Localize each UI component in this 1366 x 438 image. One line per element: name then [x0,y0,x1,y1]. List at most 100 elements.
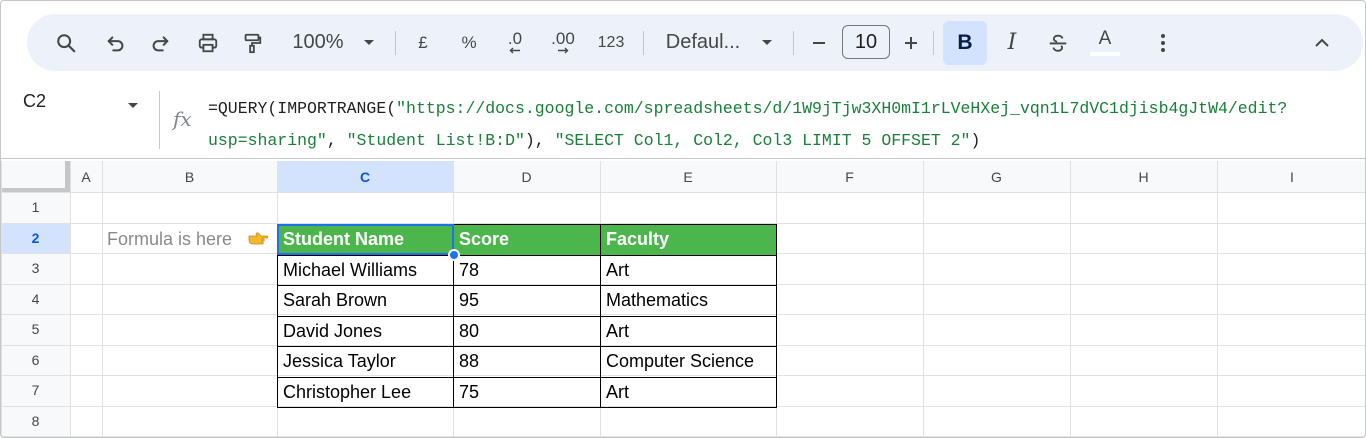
formula-line-1: =QUERY(IMPORTRANGE("https://docs.google.… [208,93,1358,125]
formula-note: Formula is here [107,229,233,249]
text-color-swatch [1090,52,1120,56]
redo-icon[interactable] [145,14,175,71]
bold-label: B [957,31,973,54]
toolbar-divider [793,31,794,55]
strikethrough-icon[interactable] [1043,14,1073,71]
italic-button[interactable]: I [997,14,1027,71]
formula-string: usp=sharing" [208,131,327,150]
grid-top-border [1,158,1365,159]
more-vert-icon[interactable] [1153,14,1173,71]
column-gridline [1070,161,1071,437]
pointing-hand-icon [247,231,269,252]
formula-text: ), [524,131,555,150]
row-header-3[interactable]: 3 [1,253,70,284]
column-header-b[interactable]: B [102,161,277,192]
row-header-6[interactable]: 6 [1,344,70,375]
column-header-d[interactable]: D [453,161,600,192]
table-cell[interactable]: Art [600,254,777,286]
column-header-f[interactable]: F [776,161,923,192]
sheet-grid[interactable]: A B C D E F G H I 1 2 3 4 5 6 7 8 Formula is here Student … [1,158,1365,437]
table-cell[interactable]: David Jones [277,315,454,347]
row-gridline [1,192,1365,193]
table-cell[interactable]: 95 [453,285,601,317]
font-value: Defaul... [665,31,741,53]
table-cell[interactable]: 75 [453,376,601,408]
currency-button[interactable]: £ [411,14,435,71]
column-header-e[interactable]: E [600,161,776,192]
column-header-h[interactable]: H [1070,161,1217,192]
column-header-c[interactable]: C [277,161,453,192]
font-dropdown-icon[interactable] [757,14,777,71]
column-gridline [70,161,71,437]
decrease-decimal-button[interactable]: .0 [501,14,529,71]
formula-bar-divider [159,91,160,149]
italic-label: I [1007,30,1017,55]
text-color-label: A [1098,28,1112,49]
formula-string: "SELECT Col1, Col2, Col3 LIMIT 5 OFFSET … [554,131,971,150]
percent-label: % [461,32,477,52]
table-cell[interactable]: 88 [453,346,601,378]
increase-decimal-button[interactable]: .00 [547,14,579,71]
name-box[interactable]: C2 [23,91,46,112]
zoom-value: 100% [292,31,344,53]
cell-reference: C2 [23,91,47,111]
decrease-decimal-label: .0 [507,29,523,48]
table-cell[interactable]: 80 [453,315,601,347]
row-header-8[interactable]: 8 [1,405,70,436]
table-cell[interactable]: Michael Williams [277,254,454,286]
formula-input[interactable]: =QUERY(IMPORTRANGE("https://docs.google.… [208,93,1358,157]
table-cell[interactable]: Sarah Brown [277,285,454,317]
text-color-button[interactable]: A [1087,14,1123,71]
font-size-value: 10 [854,30,878,53]
formula-string: "https://docs.google.com/spreadsheets/d/… [396,99,1288,118]
zoom-dropdown-icon[interactable] [359,14,379,71]
toolbar-divider [643,31,644,55]
font-select[interactable]: Defaul... [661,14,745,71]
column-header-i[interactable]: I [1217,161,1365,192]
minus-icon[interactable] [807,14,831,71]
arrow-left-icon [509,47,520,54]
row-header-1[interactable]: 1 [1,192,70,223]
zoom-select[interactable]: 100% [285,14,351,71]
toolbar: 100% £ % .0 .00 123 Defaul... 10 B I A [27,14,1363,71]
paint-format-icon[interactable] [237,14,267,71]
fx-icon: fx [173,107,192,131]
active-cell-selection [277,224,454,255]
column-header-g[interactable]: G [923,161,1070,192]
arrow-right-icon [558,47,569,54]
fill-handle[interactable] [448,249,460,261]
increase-decimal-label: .00 [551,29,575,48]
formula-text: , [326,131,347,150]
search-icon[interactable] [51,14,81,71]
table-cell[interactable]: Christopher Lee [277,376,454,408]
plus-icon[interactable] [899,14,923,71]
formula-line-2: usp=sharing", "Student List!B:D"), "SELE… [208,125,1358,157]
font-size-input[interactable]: 10 [842,25,890,59]
table-cell[interactable]: Art [600,315,777,347]
number-format-label: 123 [597,33,625,51]
collapse-toolbar-icon[interactable] [1309,14,1335,71]
row-header-2[interactable]: 2 [1,222,70,253]
table-cell[interactable]: 78 [453,254,601,286]
formula-text: ) [970,131,981,150]
row-header-5[interactable]: 5 [1,314,70,345]
row-gridline [1,436,1365,437]
row-header-7[interactable]: 7 [1,375,70,406]
table-cell[interactable]: Mathematics [600,285,777,317]
bold-button[interactable]: B [943,21,987,65]
print-icon[interactable] [193,14,223,71]
currency-label: £ [418,32,428,52]
column-gridline [1,161,2,437]
number-format-button[interactable]: 123 [595,14,627,71]
undo-icon[interactable] [101,14,131,71]
row-header-4[interactable]: 4 [1,283,70,314]
table-cell[interactable]: Jessica Taylor [277,346,454,378]
column-header-a[interactable]: A [70,161,102,192]
table-cell[interactable]: Computer Science [600,346,777,378]
table-header-cell[interactable]: Faculty [600,224,777,256]
table-cell[interactable]: Art [600,376,777,408]
toolbar-divider [933,31,934,55]
percent-button[interactable]: % [455,14,483,71]
table-header-cell[interactable]: Score [453,224,601,256]
name-box-dropdown-icon[interactable] [127,97,139,115]
